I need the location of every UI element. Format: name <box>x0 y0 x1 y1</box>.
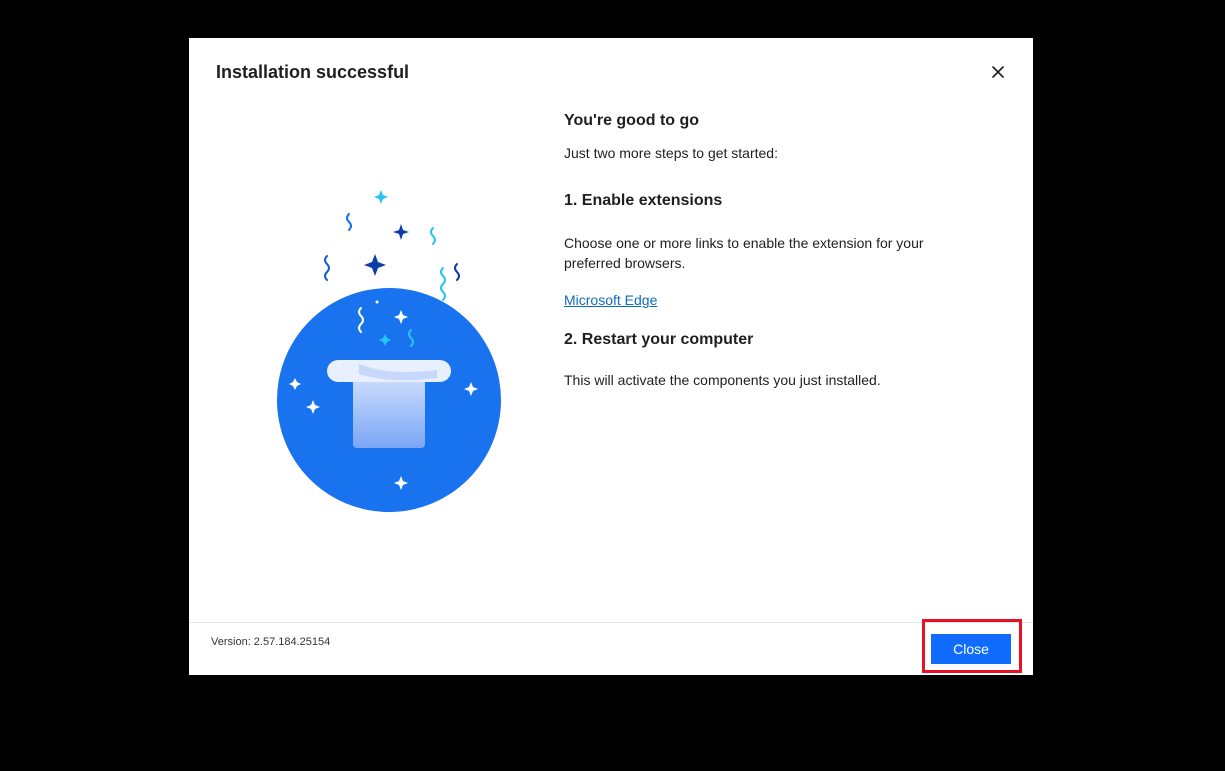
subheading: Just two more steps to get started: <box>564 145 778 161</box>
dialog-title: Installation successful <box>216 62 410 82</box>
installation-dialog: Installation successful You're good to g… <box>189 38 1033 675</box>
close-icon[interactable] <box>988 62 1008 82</box>
close-button[interactable]: Close <box>931 634 1011 664</box>
step2-title: 2. Restart your computer <box>564 331 754 348</box>
step1-title: 1. Enable extensions <box>564 192 723 209</box>
step1-text: Choose one or more links to enable the e… <box>564 235 924 271</box>
heading: You're good to go <box>564 112 700 129</box>
footer-divider <box>189 622 1033 623</box>
version-label: Version: 2.57.184.25154 <box>211 636 331 648</box>
microsoft-edge-link[interactable]: Microsoft Edge <box>564 292 657 308</box>
magic-hat-icon <box>269 178 509 518</box>
step2-text: This will activate the components you ju… <box>564 372 881 388</box>
